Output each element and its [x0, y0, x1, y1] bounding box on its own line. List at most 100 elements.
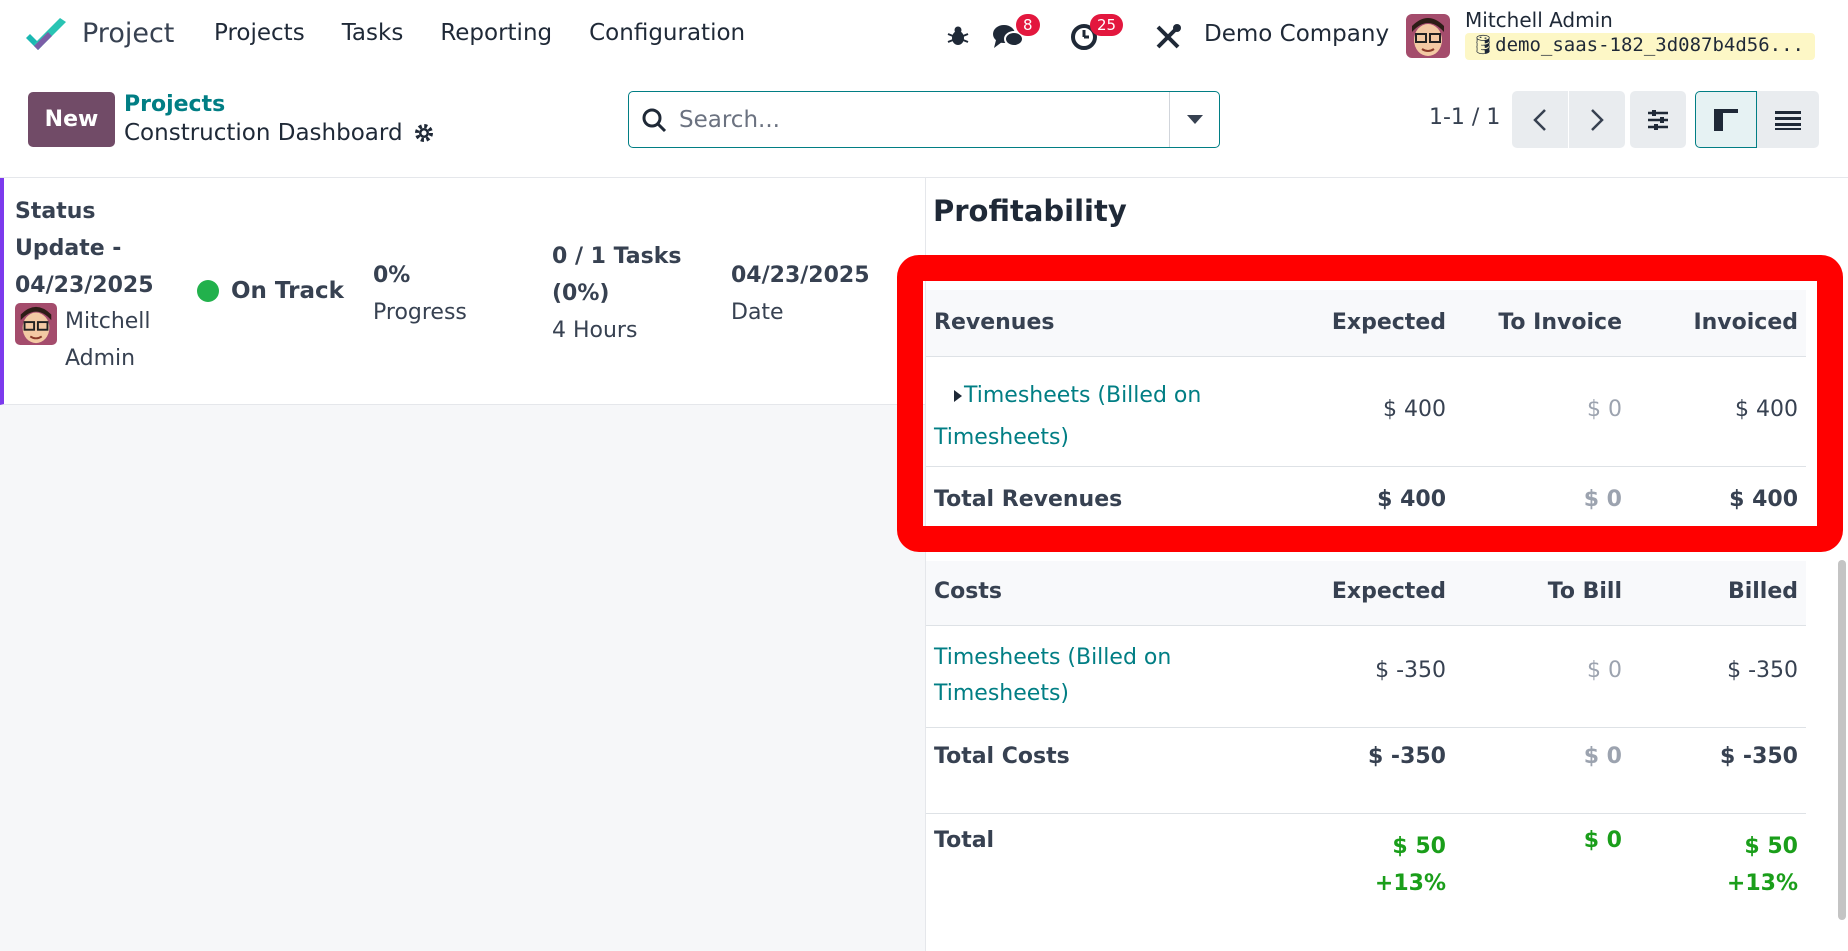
search-options-toggle[interactable]: [1169, 92, 1219, 147]
costs-expected-header: Expected: [1331, 579, 1446, 604]
revenues-to-invoice-header: To Invoice: [1498, 310, 1622, 335]
total-revenues-expected: $ 400: [1377, 487, 1446, 512]
user-name[interactable]: Mitchell Admin: [1465, 8, 1613, 32]
list-view-icon: [1775, 110, 1801, 130]
revenues-timesheets-label[interactable]: Timesheets (Billed on Timesheets): [934, 375, 1234, 459]
author-name: Mitchell Admin: [65, 309, 151, 371]
progress-stat: 0% Progress: [373, 257, 467, 331]
revenues-invoiced-header: Invoiced: [1693, 310, 1798, 335]
total-revenues-to-invoice: $ 0: [1583, 487, 1622, 512]
costs-timesheets-expected: $ -350: [1375, 658, 1446, 683]
revenues-timesheets-to-invoice: $ 0: [1587, 397, 1622, 422]
status-update-author: Mitchell Admin: [15, 303, 165, 377]
costs-header: Costs: [934, 579, 1002, 604]
search-bar: [628, 91, 1220, 148]
grand-total-billed-value: $ 50: [1744, 834, 1798, 859]
author-avatar: [15, 303, 57, 345]
total-costs-to-bill: $ 0: [1583, 744, 1622, 769]
database-badge[interactable]: 🛢demo_saas-182_3d087b4d56...: [1465, 33, 1815, 60]
list-view-button[interactable]: [1757, 91, 1819, 148]
breadcrumb-projects[interactable]: Projects: [124, 92, 225, 117]
database-icon: 🛢: [1471, 34, 1496, 56]
costs-timesheets-to-bill: $ 0: [1587, 658, 1622, 683]
grand-total-expected: $ 50 +13%: [1375, 828, 1446, 902]
menu-reporting[interactable]: Reporting: [440, 20, 552, 46]
progress-label: Progress: [373, 300, 467, 325]
date-stat: 04/23/2025 Date: [731, 257, 870, 331]
page-title: Construction Dashboard: [124, 120, 403, 146]
database-name: demo_saas-182_3d087b4d56...: [1495, 34, 1804, 56]
profitability-pane: Profitability Revenues Expected To Invoi…: [925, 178, 1848, 951]
project-logo-icon: [26, 18, 66, 50]
costs-timesheets-label[interactable]: Timesheets (Billed on Timesheets): [934, 640, 1194, 712]
pager-previous-button[interactable]: [1512, 91, 1568, 148]
progress-value: 0%: [373, 263, 411, 288]
grand-total-to-bill: $ 0: [1583, 828, 1622, 853]
profitability-title: Profitability: [933, 194, 1127, 228]
app-name[interactable]: Project: [82, 18, 174, 49]
chevron-right-icon: [1591, 108, 1604, 131]
status-update-card[interactable]: Status Update - 04/23/2025 Mitchell Admi…: [0, 178, 925, 405]
tasks-stat: 0 / 1 Tasks (0%) 4 Hours: [552, 238, 692, 349]
status-update-title: Status Update - 04/23/2025: [15, 199, 154, 298]
revenues-timesheets-invoiced: $ 400: [1735, 397, 1798, 422]
date-label: Date: [731, 300, 784, 325]
search-icon: [629, 107, 679, 133]
menu-configuration[interactable]: Configuration: [589, 20, 745, 46]
date-value: 04/23/2025: [731, 263, 870, 288]
costs-header-row: Costs Expected To Bill Billed: [926, 561, 1806, 626]
status-label: On Track: [231, 278, 344, 304]
total-costs-billed: $ -350: [1719, 744, 1798, 769]
view-settings-button[interactable]: [1630, 91, 1686, 148]
pager-next-button[interactable]: [1569, 91, 1625, 148]
total-revenues-invoiced: $ 400: [1729, 487, 1798, 512]
bug-icon[interactable]: [946, 24, 970, 48]
scrollbar-thumb[interactable]: [1838, 560, 1846, 920]
messages-count-badge: 8: [1016, 14, 1040, 36]
kanban-view-button[interactable]: [1695, 91, 1757, 148]
costs-timesheets-row[interactable]: Timesheets (Billed on Timesheets) $ -350…: [926, 626, 1806, 728]
revenues-header: Revenues: [934, 310, 1055, 335]
revenues-timesheets-expected: $ 400: [1383, 397, 1446, 422]
tasks-value: 0 / 1 Tasks (0%): [552, 244, 682, 306]
menu-tasks[interactable]: Tasks: [342, 20, 404, 46]
gear-icon[interactable]: [413, 122, 435, 144]
grand-total-expected-percent: +13%: [1374, 871, 1446, 896]
revenues-timesheets-row[interactable]: Timesheets (Billed on Timesheets) $ 400 …: [926, 357, 1806, 467]
hours-value: 4 Hours: [552, 318, 638, 343]
menu-projects[interactable]: Projects: [214, 20, 305, 46]
new-button[interactable]: New: [28, 92, 115, 147]
costs-billed-header: Billed: [1727, 579, 1798, 604]
total-revenues-row: Total Revenues $ 400 $ 0 $ 400: [926, 467, 1806, 539]
status-indicator: On Track: [197, 278, 344, 304]
avatar-face-icon: [15, 303, 57, 345]
revenues-expected-header: Expected: [1331, 310, 1446, 335]
caret-down-icon: [1186, 114, 1203, 124]
grand-total-billed-percent: +13%: [1726, 871, 1798, 896]
sliders-icon: [1648, 109, 1668, 130]
grand-total-label: Total: [934, 828, 995, 853]
total-revenues-label: Total Revenues: [934, 487, 1123, 512]
avatar-face-icon: [1406, 14, 1450, 58]
company-switcher[interactable]: Demo Company: [1204, 21, 1389, 47]
search-input[interactable]: [679, 106, 1169, 133]
top-navbar: Project Projects Tasks Reporting Configu…: [0, 0, 1848, 74]
total-costs-label: Total Costs: [934, 744, 1070, 769]
breadcrumb-current: Construction Dashboard: [124, 120, 435, 146]
user-avatar[interactable]: [1406, 14, 1450, 58]
main-menu: Projects Tasks Reporting Configuration: [214, 20, 782, 46]
grand-total-billed: $ 50 +13%: [1727, 828, 1798, 902]
tools-icon[interactable]: [1154, 23, 1182, 51]
app-logo[interactable]: [26, 18, 66, 56]
total-costs-row: Total Costs $ -350 $ 0 $ -350: [926, 728, 1806, 814]
revenues-header-row: Revenues Expected To Invoice Invoiced: [926, 290, 1806, 357]
status-dot-icon: [197, 280, 219, 302]
activities-count-badge: 25: [1090, 14, 1124, 36]
grand-total-row: Total $ 50 +13% $ 0 $ 50 +13%: [926, 814, 1806, 924]
kanban-view-icon: [1714, 108, 1738, 131]
costs-timesheets-billed: $ -350: [1727, 658, 1798, 683]
grand-total-expected-value: $ 50: [1392, 834, 1446, 859]
pager-value[interactable]: 1-1 / 1: [1429, 105, 1500, 130]
caret-right-icon[interactable]: [934, 389, 964, 403]
total-costs-expected: $ -350: [1367, 744, 1446, 769]
